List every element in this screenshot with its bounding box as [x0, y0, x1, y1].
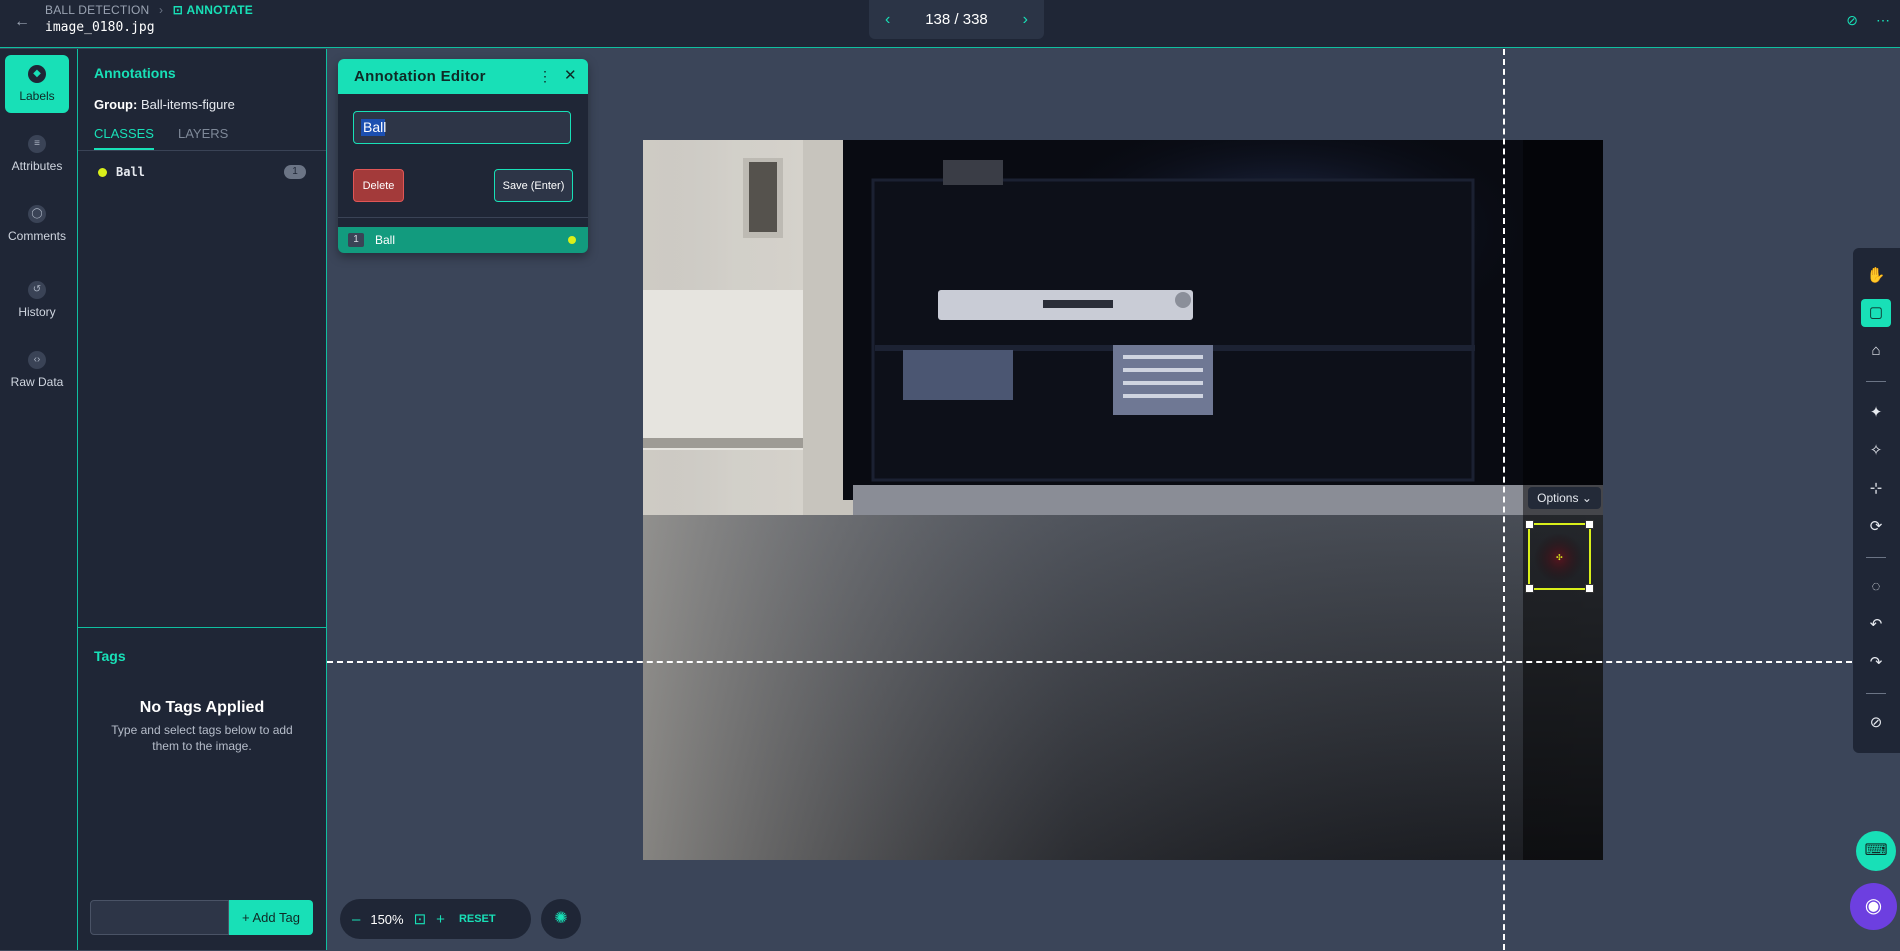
top-bar: ← BALL DETECTION › ⊡ ANNOTATE image_0180… — [0, 0, 1900, 48]
tool-palette: ✋ ▢ ⌂ ✦ ✧ ⊹ ⟳ ◌ ↶ ↷ ⊘ — [1853, 248, 1900, 753]
top-right-actions: ⊘ ⋯ — [1846, 12, 1890, 29]
sidebar-item-label: History — [18, 305, 56, 319]
sidebar-item-history[interactable]: ↺ History — [5, 271, 69, 329]
sidebar-item-comments[interactable]: ◯ Comments — [5, 195, 69, 253]
delete-button[interactable]: Delete — [353, 169, 404, 202]
annotation-index: 1 — [348, 233, 364, 247]
class-count-badge: 1 — [284, 165, 306, 179]
tab-classes[interactable]: CLASSES — [94, 126, 154, 150]
annotation-list-item[interactable]: 1 Ball — [338, 227, 588, 253]
zoom-reset-button[interactable]: RESET — [459, 913, 496, 925]
history-icon: ↺ — [28, 281, 46, 299]
add-tag-button[interactable]: + Add Tag — [229, 900, 313, 935]
labels-icon: ◆ — [28, 65, 46, 83]
class-color-dot — [98, 167, 107, 177]
polygon-icon[interactable]: ⌂ — [1861, 337, 1891, 365]
eye-off-icon[interactable]: ⊘ — [1846, 12, 1858, 29]
resize-handle-top-right[interactable] — [1585, 520, 1594, 529]
smart-brush-icon[interactable]: ✧ — [1861, 437, 1891, 465]
more-horizontal-icon[interactable]: ⋯ — [1876, 12, 1890, 29]
repeat-icon[interactable]: ⟳ — [1861, 513, 1891, 541]
annotations-panel: Annotations Group: Ball-items-figure CLA… — [78, 49, 327, 950]
sidebar-item-label: Comments — [7, 229, 66, 243]
tabs-divider — [78, 150, 326, 151]
tab-layers[interactable]: LAYERS — [178, 126, 228, 150]
comments-icon: ◯ — [28, 205, 46, 223]
annotation-editor: Annotation Editor ⋮ ✕ Ball Delete Save (… — [338, 59, 588, 253]
left-nav: ◆ Labels ≡ Attributes ◯ Comments ↺ Histo… — [0, 49, 78, 950]
bounding-box-ball[interactable]: ✣ — [1525, 520, 1594, 593]
bounding-box-icon[interactable]: ▢ — [1861, 299, 1891, 327]
resize-handle-bottom-right[interactable] — [1585, 584, 1594, 593]
prev-image-icon[interactable]: ‹ — [885, 11, 890, 29]
zoom-controls: – 150% ⊡ + RESET — [340, 899, 531, 939]
editor-header[interactable]: Annotation Editor ⋮ ✕ — [338, 59, 588, 94]
crosshair-vertical — [1503, 49, 1505, 950]
hand-icon[interactable]: ✋ — [1861, 262, 1891, 290]
attributes-icon: ≡ — [28, 135, 46, 153]
keyboard-icon[interactable]: ⌨ — [1856, 831, 1896, 871]
tags-section: Tags No Tags Applied Type and select tag… — [78, 627, 326, 951]
next-image-icon[interactable]: › — [1023, 11, 1028, 29]
image-filename: image_0180.jpg — [45, 20, 155, 35]
code-icon: ‹› — [28, 351, 46, 369]
tool-divider — [1866, 693, 1886, 694]
group-info: Group: Ball-items-figure — [94, 97, 235, 112]
group-value: Ball-items-figure — [140, 97, 235, 112]
breadcrumb-project[interactable]: BALL DETECTION — [45, 3, 149, 17]
annotated-image[interactable] — [643, 140, 1603, 860]
tag-input[interactable] — [90, 900, 229, 935]
breadcrumb-mode: ANNOTATE — [186, 3, 253, 17]
editor-title: Annotation Editor — [354, 68, 486, 85]
group-label: Group: — [94, 97, 138, 112]
undo-icon[interactable]: ↶ — [1861, 611, 1891, 639]
class-name: Ball — [116, 165, 145, 179]
class-row-ball[interactable]: Ball 1 — [98, 162, 306, 182]
image-pager: ‹ 138 / 338 › — [869, 0, 1044, 39]
scene-image — [643, 140, 1603, 860]
tool-divider — [1866, 381, 1886, 382]
close-icon[interactable]: ✕ — [564, 66, 577, 84]
sidebar-item-label: Attributes — [11, 159, 63, 173]
sidebar-item-labels[interactable]: ◆ Labels — [5, 55, 69, 113]
chat-icon[interactable]: ◉ — [1850, 883, 1897, 930]
save-button[interactable]: Save (Enter) — [494, 169, 573, 202]
sidebar-item-label: Raw Data — [10, 375, 64, 389]
sidebar-item-attributes[interactable]: ≡ Attributes — [5, 125, 69, 183]
tool-divider — [1866, 557, 1886, 558]
lock-icon[interactable]: ⊡ — [414, 910, 427, 928]
bbox-options-button[interactable]: Options ⌄ — [1528, 487, 1601, 509]
annotate-icon: ⊡ — [172, 3, 183, 17]
editor-divider — [338, 217, 588, 218]
redo-icon[interactable]: ↷ — [1861, 649, 1891, 677]
resize-handle-top-left[interactable] — [1525, 520, 1534, 529]
breadcrumb-separator: › — [158, 3, 164, 17]
back-arrow-icon[interactable]: ← — [12, 12, 32, 32]
class-input-value[interactable]: Ball — [363, 119, 386, 135]
image-counter: 138 / 338 — [925, 11, 988, 28]
no-tags-title: No Tags Applied — [139, 699, 265, 716]
more-vertical-icon[interactable]: ⋮ — [538, 68, 552, 85]
zoom-out-button[interactable]: – — [352, 911, 360, 928]
panel-title: Annotations — [94, 65, 176, 81]
keypoint-icon[interactable]: ⊹ — [1861, 475, 1891, 503]
breadcrumb: BALL DETECTION › ⊡ ANNOTATE — [45, 3, 253, 17]
zoom-in-button[interactable]: + — [436, 911, 445, 928]
annotation-color-dot — [568, 236, 576, 244]
crosshair-horizontal — [327, 661, 1852, 663]
hide-icon[interactable]: ⊘ — [1861, 709, 1891, 737]
tags-title: Tags — [94, 648, 126, 664]
annotation-label: Ball — [375, 233, 396, 247]
zoom-level: 150% — [370, 911, 404, 927]
sidebar-item-label: Labels — [19, 89, 55, 103]
move-handle-icon[interactable]: ✣ — [1556, 554, 1564, 562]
resize-handle-bottom-left[interactable] — [1525, 584, 1534, 593]
sidebar-item-raw-data[interactable]: ‹› Raw Data — [5, 341, 69, 399]
brightness-icon[interactable]: ✺ — [541, 899, 581, 939]
panel-tabs: CLASSES LAYERS — [94, 126, 228, 150]
no-tags-subtitle: Type and select tags below to add them t… — [111, 723, 293, 753]
magic-wand-icon[interactable]: ✦ — [1861, 399, 1891, 427]
comment-icon[interactable]: ◌ — [1861, 573, 1891, 601]
